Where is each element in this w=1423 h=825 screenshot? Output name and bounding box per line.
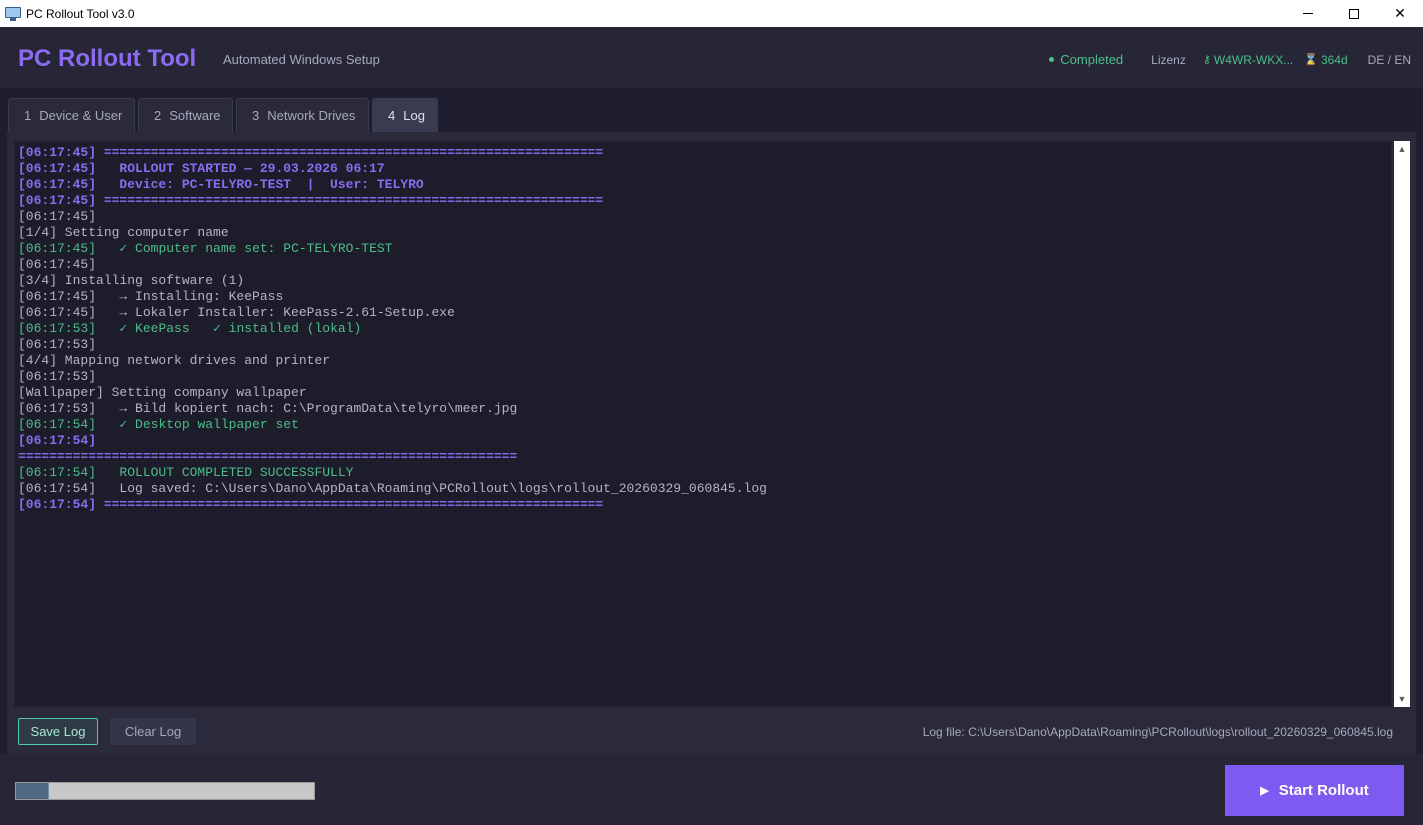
- log-line: [06:17:53] → Bild kopiert nach: C:\Progr…: [18, 401, 518, 416]
- log-line: [06:17:45] ✓ Computer name set: PC-TELYR…: [18, 241, 393, 256]
- tab-software[interactable]: 2 Software: [138, 98, 233, 132]
- close-window-button[interactable]: ✕: [1377, 0, 1423, 27]
- window-title: PC Rollout Tool v3.0: [26, 6, 135, 21]
- app-monitor-icon: [5, 6, 21, 21]
- tab-number: 3: [252, 108, 260, 123]
- log-output[interactable]: [06:17:45] =============================…: [14, 141, 1392, 707]
- tab-number: 4: [388, 108, 396, 123]
- log-line: [06:17:53]: [18, 369, 97, 384]
- log-line: [06:17:54] =============================…: [18, 497, 604, 512]
- log-line: [06:17:45] ROLLOUT STARTED — 29.03.2026 …: [18, 161, 385, 176]
- status-badge: Completed: [1049, 52, 1123, 67]
- tab-number: 1: [24, 108, 32, 123]
- log-lines: [06:17:45] =============================…: [18, 145, 767, 513]
- app-subtitle: Automated Windows Setup: [223, 52, 380, 67]
- key-icon: ⚷: [1202, 54, 1211, 66]
- log-line: [06:17:45] → Installing: KeePass: [18, 289, 284, 304]
- log-file-path: Log file: C:\Users\Dano\AppData\Roaming\…: [922, 725, 1393, 739]
- scroll-up-icon[interactable]: ▲: [1394, 141, 1410, 157]
- app-header: PC Rollout Tool Automated Windows Setup …: [0, 27, 1423, 89]
- scroll-down-icon[interactable]: ▼: [1394, 691, 1410, 707]
- bottom-bar: ▶ Start Rollout: [0, 754, 1423, 825]
- log-line: [4/4] Mapping network drives and printer: [18, 353, 331, 368]
- language-toggle[interactable]: DE / EN: [1368, 53, 1411, 67]
- license-label: Lizenz: [1151, 52, 1186, 67]
- maximize-button[interactable]: [1331, 0, 1377, 27]
- hourglass-icon: ⌛: [1304, 54, 1318, 66]
- log-line: [06:17:54] ROLLOUT COMPLETED SUCCESSFULL…: [18, 465, 354, 480]
- progress-bar: [15, 782, 315, 800]
- tab-label: Log: [403, 108, 425, 123]
- status-text: Completed: [1060, 52, 1124, 67]
- log-line: [06:17:54] Log saved: C:\Users\Dano\AppD…: [18, 481, 767, 496]
- log-line: [06:17:45] =============================…: [18, 145, 604, 160]
- save-log-button[interactable]: Save Log: [18, 718, 98, 745]
- tab-network-drives[interactable]: 3 Network Drives: [236, 98, 369, 132]
- log-line: [06:17:53]: [18, 337, 97, 352]
- log-panel: [06:17:45] =============================…: [7, 132, 1416, 754]
- log-line: [Wallpaper] Setting company wallpaper: [18, 385, 307, 400]
- minimize-button[interactable]: [1285, 0, 1331, 27]
- tab-device-user[interactable]: 1 Device & User: [8, 98, 135, 132]
- tab-number: 2: [154, 108, 162, 123]
- tab-log[interactable]: 4 Log: [372, 98, 438, 132]
- log-line: [06:17:53] ✓ KeePass ✓ installed (lokal): [18, 321, 362, 336]
- license-key: W4WR-WKX...: [1213, 52, 1294, 67]
- progress-fill: [16, 783, 49, 799]
- tab-label: Network Drives: [267, 108, 356, 123]
- log-line: [3/4] Installing software (1): [18, 273, 245, 288]
- log-scrollbar[interactable]: ▲ ▼: [1394, 141, 1410, 707]
- tab-bar: 1 Device & User 2 Software 3 Network Dri…: [0, 89, 1423, 132]
- log-line: [06:17:54] ✓ Desktop wallpaper set: [18, 417, 299, 432]
- log-line: [06:17:54]: [18, 433, 97, 448]
- log-line: [06:17:45]: [18, 257, 97, 272]
- start-rollout-label: Start Rollout: [1278, 782, 1369, 799]
- close-icon: ✕: [1394, 5, 1406, 21]
- play-icon: ▶: [1260, 785, 1269, 797]
- log-line: [06:17:45]: [18, 209, 97, 224]
- log-line: [06:17:45] → Lokaler Installer: KeePass-…: [18, 305, 455, 320]
- status-dot-icon: [1049, 57, 1055, 62]
- log-line: ========================================…: [18, 449, 518, 464]
- log-line: [06:17:45] =============================…: [18, 193, 604, 208]
- maximize-icon: [1349, 8, 1359, 19]
- log-line: [1/4] Setting computer name: [18, 225, 229, 240]
- start-rollout-button[interactable]: ▶ Start Rollout: [1225, 765, 1404, 816]
- tab-label: Software: [169, 108, 221, 123]
- license-days-left: 364d: [1320, 52, 1348, 67]
- minimize-icon: [1303, 13, 1313, 14]
- clear-log-button[interactable]: Clear Log: [110, 718, 196, 745]
- window-titlebar: PC Rollout Tool v3.0 ✕: [0, 0, 1423, 27]
- app-brand: PC Rollout Tool: [18, 45, 197, 72]
- tab-label: Device & User: [39, 108, 123, 123]
- log-line: [06:17:45] Device: PC-TELYRO-TEST | User…: [18, 177, 424, 192]
